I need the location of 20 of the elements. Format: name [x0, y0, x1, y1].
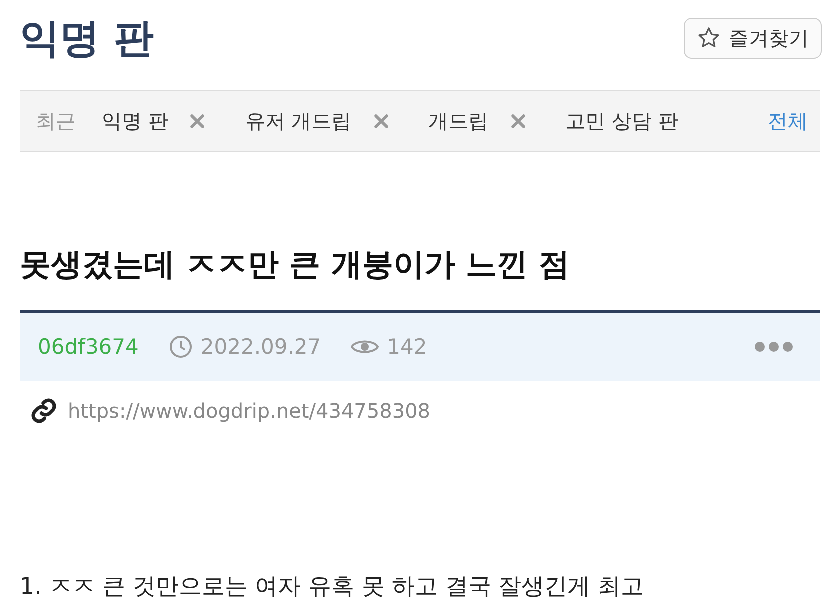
favorite-button[interactable]: 즐겨찾기	[684, 18, 822, 58]
view-count: 142	[387, 335, 428, 359]
recent-board-link[interactable]: 개드립	[428, 108, 489, 134]
more-icon[interactable]	[754, 341, 794, 353]
star-icon	[697, 26, 721, 50]
eye-icon	[351, 338, 380, 356]
post-title: 못생겼는데 ㅈㅈ만 큰 개붕이가 느낀 점	[20, 246, 571, 285]
recent-board-link[interactable]: 익명 판	[102, 108, 168, 134]
board-title: 익명 판	[20, 14, 154, 64]
recent-board-link[interactable]: 고민 상담 판	[566, 108, 678, 134]
recent-board-link[interactable]: 유저 개드립	[245, 108, 352, 134]
close-icon[interactable]	[374, 114, 389, 128]
close-icon[interactable]	[510, 114, 526, 128]
body-text: 1. ㅈㅈ 큰 것만으로는 여자 유혹 못 하고 결국 잘생긴게 최고	[20, 573, 646, 600]
recent-label: 최근	[36, 108, 76, 134]
clock-icon	[168, 335, 193, 359]
post-date: 2022.09.27	[200, 335, 322, 359]
post-url[interactable]: https://www.dogdrip.net/434758308	[68, 399, 431, 423]
close-icon[interactable]	[190, 114, 206, 128]
link-icon	[30, 397, 58, 425]
